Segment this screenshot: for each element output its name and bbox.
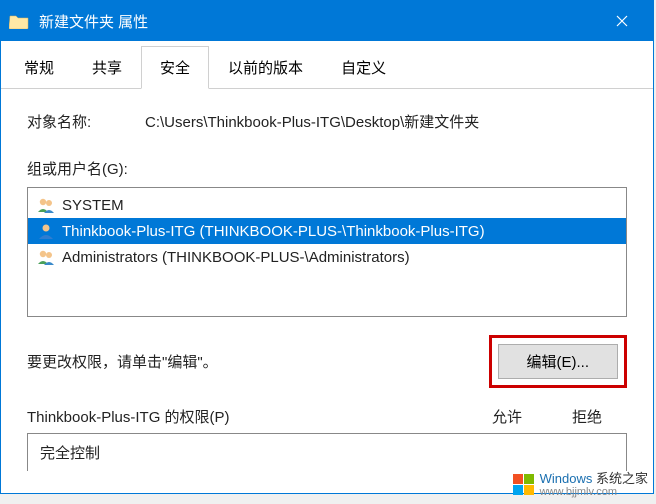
object-name-value: C:\Users\Thinkbook-Plus-ITG\Desktop\新建文件… [145, 111, 627, 132]
user-icon [36, 221, 56, 241]
window-title: 新建文件夹 属性 [39, 11, 599, 32]
allow-column-header: 允许 [467, 406, 547, 427]
permission-row: 完全控制 [28, 434, 626, 471]
folder-icon [9, 13, 29, 29]
list-item-label: SYSTEM [62, 197, 124, 214]
watermark-brand: Windows [540, 471, 593, 486]
deny-column-header: 拒绝 [547, 406, 627, 427]
list-item[interactable]: Administrators (THINKBOOK-PLUS-\Administ… [28, 244, 626, 270]
close-button[interactable] [599, 1, 645, 41]
group-icon [36, 247, 56, 267]
windows-logo-icon [513, 474, 534, 495]
permissions-header: Thinkbook-Plus-ITG 的权限(P) 允许 拒绝 [27, 406, 627, 427]
groups-label: 组或用户名(G): [27, 158, 627, 179]
object-name-row: 对象名称: C:\Users\Thinkbook-Plus-ITG\Deskto… [27, 111, 627, 132]
permissions-listbox[interactable]: 完全控制 [27, 433, 627, 471]
watermark: Windows 系统之家 www.bjjmlv.com [513, 472, 648, 498]
users-listbox[interactable]: SYSTEM Thinkbook-Plus-ITG (THINKBOOK-PLU… [27, 187, 627, 317]
edit-row: 要更改权限，请单击"编辑"。 编辑(E)... [27, 335, 627, 388]
list-item-label: Thinkbook-Plus-ITG (THINKBOOK-PLUS-\Thin… [62, 223, 485, 240]
group-icon [36, 195, 56, 215]
watermark-url: www.bjjmlv.com [540, 486, 648, 498]
tab-bar: 常规 共享 安全 以前的版本 自定义 [1, 41, 653, 89]
edit-hint-text: 要更改权限，请单击"编辑"。 [27, 351, 489, 372]
permissions-label: Thinkbook-Plus-ITG 的权限(P) [27, 406, 467, 427]
tab-previous-versions[interactable]: 以前的版本 [209, 46, 322, 89]
tab-content: 对象名称: C:\Users\Thinkbook-Plus-ITG\Deskto… [1, 89, 653, 493]
list-item[interactable]: SYSTEM [28, 192, 626, 218]
permission-name: 完全控制 [40, 442, 100, 463]
object-name-label: 对象名称: [27, 111, 145, 132]
edit-button[interactable]: 编辑(E)... [498, 344, 619, 379]
highlight-annotation: 编辑(E)... [489, 335, 628, 388]
watermark-suffix: 系统之家 [596, 471, 648, 486]
list-item-label: Administrators (THINKBOOK-PLUS-\Administ… [62, 249, 410, 266]
tab-security[interactable]: 安全 [141, 46, 209, 89]
titlebar: 新建文件夹 属性 [1, 1, 653, 41]
tab-general[interactable]: 常规 [5, 46, 73, 89]
tab-customize[interactable]: 自定义 [322, 46, 405, 89]
properties-dialog: 新建文件夹 属性 常规 共享 安全 以前的版本 自定义 对象名称: C:\Use… [0, 0, 654, 494]
list-item[interactable]: Thinkbook-Plus-ITG (THINKBOOK-PLUS-\Thin… [28, 218, 626, 244]
tab-sharing[interactable]: 共享 [73, 46, 141, 89]
